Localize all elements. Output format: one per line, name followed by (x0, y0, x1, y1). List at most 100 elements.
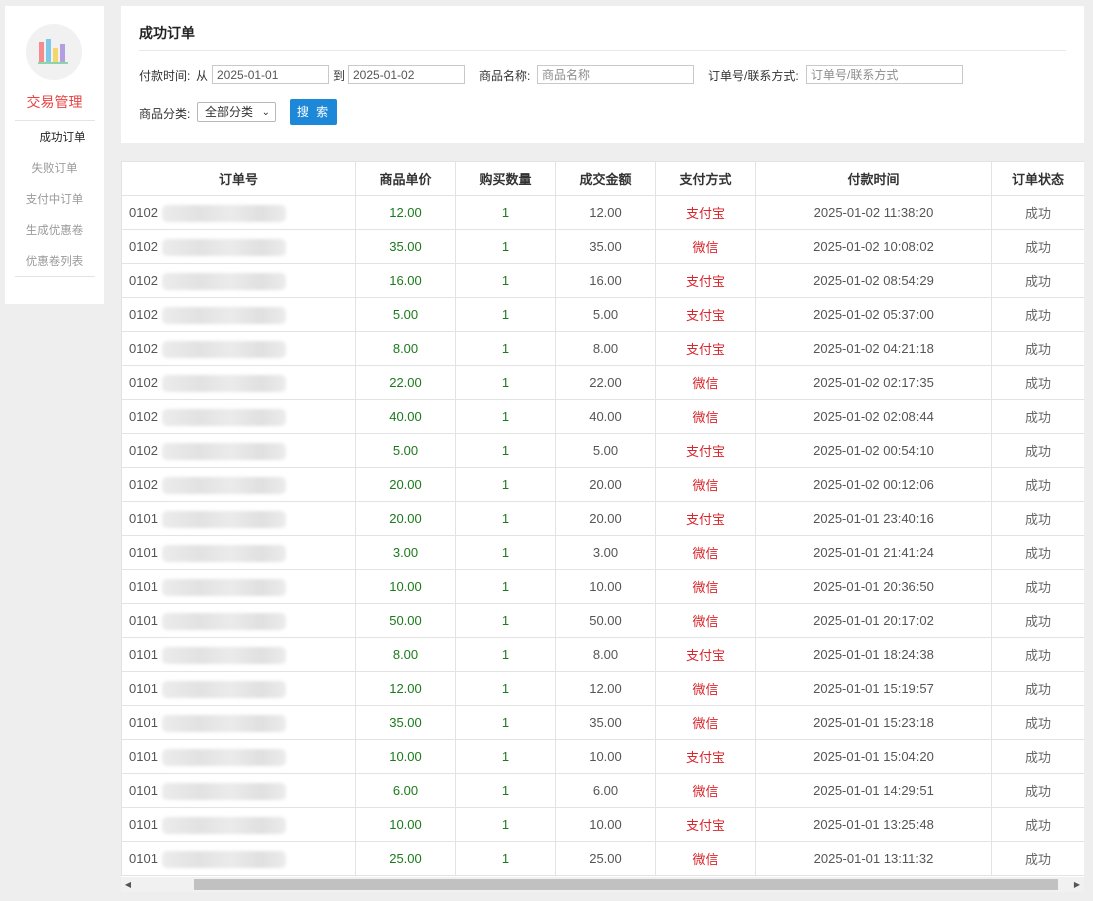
order-id-cell-text: 0101 (129, 817, 158, 832)
quantity-cell: 1 (455, 603, 556, 638)
order-id-cell-text: 0101 (129, 681, 158, 696)
status-cell: 成功 (991, 331, 1084, 366)
pay-method-cell: 微信 (655, 705, 756, 740)
quantity-cell: 1 (455, 399, 556, 434)
unit-price-cell-text: 10.00 (389, 579, 422, 594)
status-cell-text: 成功 (1024, 308, 1051, 323)
status-cell-text: 成功 (1024, 682, 1051, 697)
pay-time-cell-text: 2025-01-01 18:24:38 (813, 647, 934, 662)
scrollbar-thumb[interactable] (194, 879, 1058, 890)
amount-cell: 22.00 (555, 365, 656, 400)
pay-method-cell-text: 微信 (692, 784, 719, 799)
unit-price-cell-text: 12.00 (389, 681, 422, 696)
unit-price-cell: 10.00 (355, 569, 456, 604)
amount-cell-text: 10.00 (589, 749, 622, 764)
order-contact-input[interactable] (806, 65, 963, 84)
horizontal-scrollbar[interactable]: ◀ ▶ (121, 877, 1084, 892)
sidebar-item-generate-coupon[interactable]: 生成优惠卷 (5, 222, 104, 238)
unit-price-cell-text: 8.00 (392, 647, 419, 662)
sidebar: 交易管理 成功订单 失败订单 支付中订单 生成优惠卷 优惠卷列表 (5, 6, 104, 304)
amount-cell: 8.00 (555, 331, 656, 366)
amount-cell-text: 22.00 (589, 375, 622, 390)
order-id-cell-text: 0101 (129, 715, 158, 730)
unit-price-cell: 3.00 (355, 535, 456, 570)
amount-cell-text: 20.00 (589, 477, 622, 492)
amount-cell-text: 5.00 (592, 307, 619, 322)
quantity-cell: 1 (455, 841, 556, 876)
category-select[interactable]: 全部分类 ⌄ (197, 102, 276, 122)
pay-method-cell-text: 支付宝 (685, 648, 725, 663)
unit-price-cell: 10.00 (355, 807, 456, 842)
redacted-order-number (162, 647, 286, 664)
pay-method-cell-text: 微信 (692, 682, 719, 697)
table-row: 0101 3.00 1 3.00 微信 2025-01-01 21:41:24 成功 (121, 535, 1084, 570)
redacted-order-number (162, 545, 286, 562)
unit-price-cell: 40.00 (355, 399, 456, 434)
sidebar-title: 交易管理 (26, 94, 83, 110)
quantity-cell: 1 (455, 331, 556, 366)
date-from-input[interactable] (212, 65, 329, 84)
pay-method-cell: 微信 (655, 603, 756, 638)
status-cell: 成功 (991, 705, 1084, 740)
quantity-cell: 1 (455, 501, 556, 536)
pay-time-cell: 2025-01-02 00:54:10 (755, 433, 992, 468)
order-id-cell: 0101 (121, 535, 356, 570)
pay-time-cell-text: 2025-01-01 20:36:50 (813, 579, 934, 594)
quantity-cell-text: 1 (501, 443, 510, 458)
to-label: 到 (333, 69, 346, 83)
pay-method-cell-text: 微信 (692, 614, 719, 629)
sidebar-divider (15, 276, 95, 277)
order-id-cell-text: 0101 (129, 783, 158, 798)
amount-cell: 35.00 (555, 705, 656, 740)
amount-cell: 20.00 (555, 467, 656, 502)
unit-price-cell: 8.00 (355, 637, 456, 672)
unit-price-cell: 50.00 (355, 603, 456, 638)
sidebar-divider (15, 120, 95, 121)
date-to-input[interactable] (348, 65, 465, 84)
quantity-cell: 1 (455, 467, 556, 502)
orders-table-container: 订单号 商品单价 购买数量 成交金额 支付方式 付款时间 订单状态 0102 12… (121, 161, 1084, 877)
product-name-input[interactable] (537, 65, 694, 84)
status-cell-text: 成功 (1024, 784, 1051, 799)
order-id-cell-text: 0102 (129, 205, 158, 220)
search-button[interactable]: 搜 索 (290, 99, 337, 125)
pay-method-cell: 支付宝 (655, 501, 756, 536)
pay-method-cell-text: 支付宝 (685, 512, 725, 527)
unit-price-cell: 16.00 (355, 263, 456, 298)
unit-price-cell: 10.00 (355, 739, 456, 774)
order-id-cell: 0101 (121, 569, 356, 604)
status-cell-text: 成功 (1024, 580, 1051, 595)
pay-time-cell: 2025-01-01 15:23:18 (755, 705, 992, 740)
redacted-order-number (162, 307, 286, 324)
amount-cell: 10.00 (555, 569, 656, 604)
table-row: 0102 40.00 1 40.00 微信 2025-01-02 02:08:44 成功 (121, 399, 1084, 434)
order-id-cell-text: 0101 (129, 511, 158, 526)
amount-cell-text: 35.00 (589, 715, 622, 730)
sidebar-item-paying-orders[interactable]: 支付中订单 (5, 191, 104, 207)
pay-time-cell: 2025-01-02 08:54:29 (755, 263, 992, 298)
quantity-cell: 1 (455, 229, 556, 264)
sidebar-item-success-orders[interactable]: 成功订单 (13, 129, 112, 145)
pay-method-cell-text: 支付宝 (685, 750, 725, 765)
unit-price-cell-text: 20.00 (389, 511, 422, 526)
pay-method-cell-text: 支付宝 (685, 818, 725, 833)
unit-price-cell-text: 8.00 (392, 341, 419, 356)
pay-method-cell-text: 微信 (692, 376, 719, 391)
status-cell-text: 成功 (1024, 750, 1051, 765)
pay-time-cell: 2025-01-01 13:25:48 (755, 807, 992, 842)
pay-time-cell-text: 2025-01-01 20:17:02 (813, 613, 934, 628)
quantity-cell-text: 1 (501, 851, 510, 866)
table-row: 0102 12.00 1 12.00 支付宝 2025-01-02 11:38:20 成功 (121, 195, 1084, 230)
scroll-left-arrow-icon[interactable]: ◀ (121, 877, 135, 892)
table-row: 0102 8.00 1 8.00 支付宝 2025-01-02 04:21:18 成功 (121, 331, 1084, 366)
unit-price-cell-text: 16.00 (389, 273, 422, 288)
scroll-right-arrow-icon[interactable]: ▶ (1070, 877, 1084, 892)
sidebar-item-failed-orders[interactable]: 失败订单 (5, 160, 104, 176)
unit-price-cell: 20.00 (355, 467, 456, 502)
unit-price-cell-text: 5.00 (392, 443, 419, 458)
amount-cell-text: 35.00 (589, 239, 622, 254)
order-id-cell: 0102 (121, 433, 356, 468)
pay-time-cell: 2025-01-01 15:19:57 (755, 671, 992, 706)
sidebar-item-coupon-list[interactable]: 优惠卷列表 (5, 253, 104, 269)
order-id-cell: 0102 (121, 195, 356, 230)
